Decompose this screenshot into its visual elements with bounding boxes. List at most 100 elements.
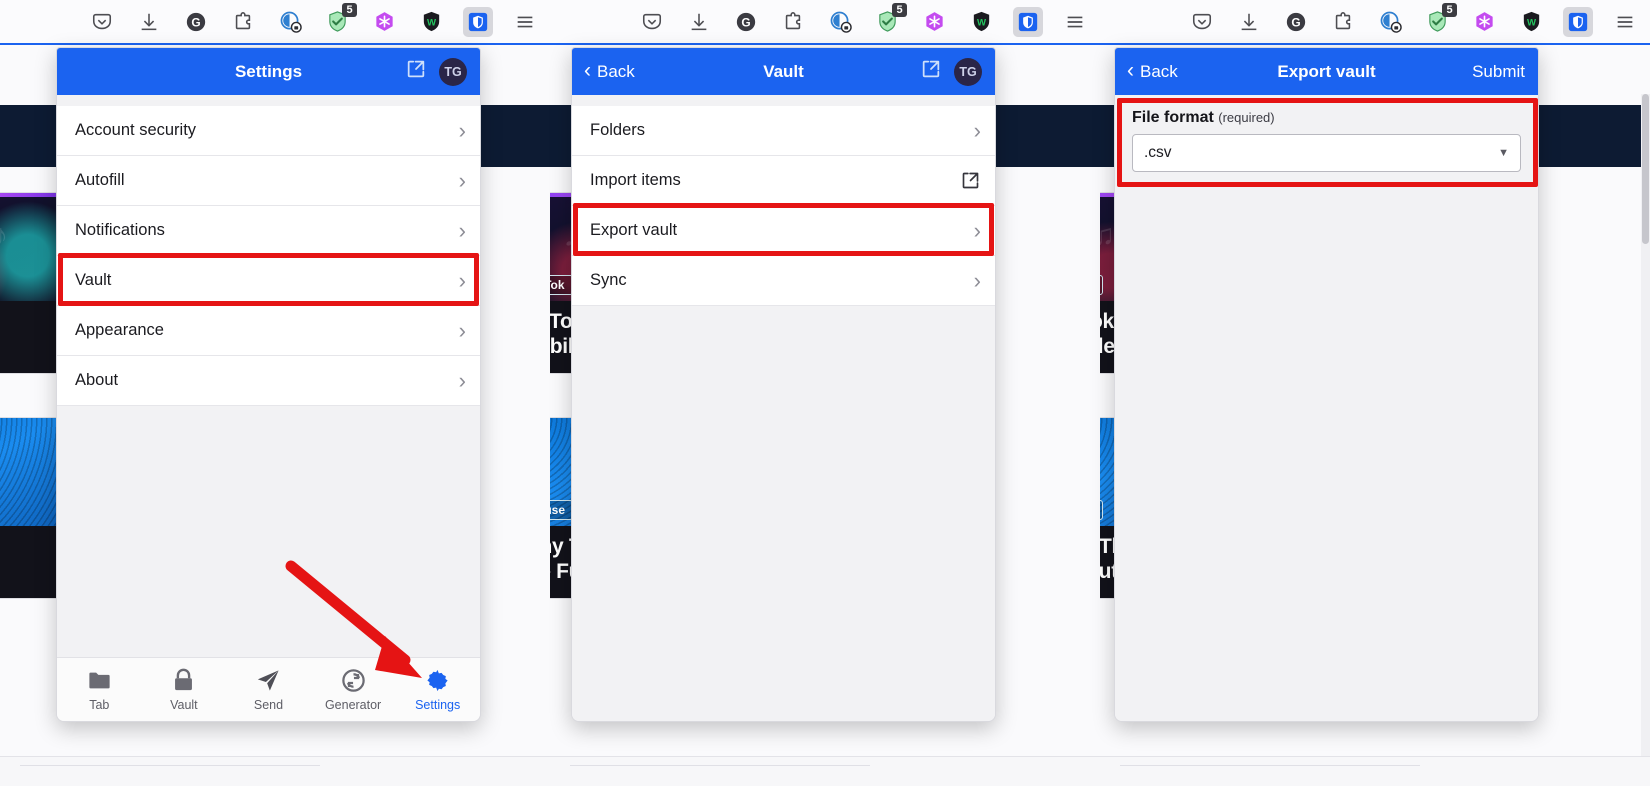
svg-text:W: W: [976, 17, 986, 28]
nav-item-tab[interactable]: Tab: [57, 667, 142, 712]
popup-header-settings: Settings TG: [57, 48, 480, 95]
article-tag: TikTok: [550, 275, 573, 295]
downloads-icon[interactable]: [684, 7, 714, 37]
nav-label: Settings: [415, 698, 461, 712]
back-button[interactable]: ‹ Back: [584, 59, 635, 82]
chevron-left-icon: ‹: [1127, 59, 1134, 82]
submit-button[interactable]: Submit: [1472, 62, 1525, 82]
nav-label: Generator: [324, 698, 382, 712]
chevron-left-icon: ‹: [584, 59, 591, 82]
row-label: Account security: [75, 121, 197, 139]
sidebar-item-folders[interactable]: Folders ›: [572, 106, 995, 156]
file-format-value: .csv: [1144, 144, 1172, 161]
bitwarden-popup-vault: ‹ Back Vault TG Folders › Import items E…: [571, 47, 996, 722]
popup-header-vault: ‹ Back Vault TG: [572, 48, 995, 95]
pocket-icon[interactable]: [87, 7, 117, 37]
page-scrollbar[interactable]: [1641, 94, 1650, 786]
popup-header-export-vault: ‹ Back Export vault Submit: [1115, 48, 1538, 95]
row-label: Notifications: [75, 221, 165, 239]
chevron-right-icon: ›: [458, 117, 466, 143]
privacy-badger-icon[interactable]: [825, 7, 855, 37]
nav-item-send[interactable]: Send: [226, 667, 311, 712]
grammarly-icon[interactable]: G: [731, 7, 761, 37]
shield-checkmark-icon[interactable]: 5: [1422, 2, 1457, 37]
settings-list: Account security › Autofill › Notificati…: [57, 95, 480, 657]
nav-item-vault[interactable]: Vault: [142, 667, 227, 712]
row-label: Sync: [590, 271, 627, 289]
svg-text:G: G: [741, 15, 750, 29]
nav-label: Send: [253, 698, 284, 712]
privacy-badger-icon[interactable]: [1375, 7, 1405, 37]
asterisk-hex-icon[interactable]: [369, 7, 399, 37]
asterisk-hex-icon[interactable]: [1469, 7, 1499, 37]
sidebar-item-notifications[interactable]: Notifications ›: [57, 206, 480, 256]
row-label: Vault: [75, 271, 112, 289]
wot-shield-icon[interactable]: W: [1516, 7, 1546, 37]
row-label: Export vault: [590, 221, 678, 239]
sidebar-item-vault[interactable]: Vault ›: [57, 256, 480, 306]
svg-text:G: G: [1291, 15, 1300, 29]
sidebar-item-appearance[interactable]: Appearance ›: [57, 306, 480, 356]
bitwarden-shield-icon[interactable]: [1563, 6, 1593, 37]
chevron-right-icon: ›: [458, 167, 466, 193]
chevron-right-icon: ›: [973, 217, 981, 243]
notification-badge: 5: [1442, 2, 1457, 17]
bottom-navigation: Tab Vault Send Generator Settings: [57, 657, 480, 721]
avatar[interactable]: TG: [439, 57, 467, 86]
sidebar-item-export-vault[interactable]: Export vault ›: [572, 206, 995, 256]
hamburger-menu-icon[interactable]: [1060, 7, 1090, 37]
chevron-right-icon: ›: [973, 267, 981, 293]
extension-puzzle-icon[interactable]: [228, 7, 258, 37]
file-format-label-text: File format: [1132, 109, 1214, 126]
sidebar-item-account-security[interactable]: Account security ›: [57, 106, 480, 156]
bitwarden-shield-icon[interactable]: [1013, 6, 1043, 37]
chevron-right-icon: ›: [458, 317, 466, 343]
sidebar-item-import-items[interactable]: Import items: [572, 156, 995, 206]
browser-toolbar-2: G 5 W: [550, 0, 1100, 45]
popout-icon[interactable]: [405, 58, 427, 85]
row-label: Import items: [590, 171, 681, 189]
privacy-badger-icon[interactable]: [275, 7, 305, 37]
file-format-label: File format (required): [1132, 109, 1521, 127]
shield-checkmark-icon[interactable]: 5: [322, 2, 357, 37]
header-actions: TG: [920, 57, 982, 86]
popout-icon: [960, 170, 981, 191]
notification-badge: 5: [342, 2, 357, 17]
svg-text:W: W: [426, 17, 436, 28]
avatar[interactable]: TG: [954, 57, 982, 86]
bitwarden-shield-icon[interactable]: [463, 6, 493, 37]
bitwarden-popup-settings: Settings TG Account security › Autofill …: [56, 47, 481, 722]
back-button[interactable]: ‹ Back: [1127, 59, 1178, 82]
file-format-select[interactable]: .csv ▼: [1132, 134, 1521, 172]
downloads-icon[interactable]: [1234, 7, 1264, 37]
pocket-icon[interactable]: [637, 7, 667, 37]
extension-puzzle-icon[interactable]: [778, 7, 808, 37]
grammarly-icon[interactable]: G: [1281, 7, 1311, 37]
shield-checkmark-icon[interactable]: 5: [872, 2, 907, 37]
nav-item-generator[interactable]: Generator: [311, 667, 396, 712]
back-label: Back: [597, 61, 635, 81]
wot-shield-icon[interactable]: W: [966, 7, 996, 37]
sidebar-item-autofill[interactable]: Autofill ›: [57, 156, 480, 206]
wot-shield-icon[interactable]: W: [416, 7, 446, 37]
grammarly-icon[interactable]: G: [181, 7, 211, 37]
nav-item-settings[interactable]: Settings: [395, 667, 480, 712]
asterisk-hex-icon[interactable]: [919, 7, 949, 37]
sidebar-item-sync[interactable]: Sync ›: [572, 256, 995, 306]
browser-toolbar-1: G 5 W: [0, 0, 550, 45]
chevron-right-icon: ›: [973, 117, 981, 143]
chevron-right-icon: ›: [458, 367, 466, 393]
hamburger-menu-icon[interactable]: [510, 7, 540, 37]
article-tag: Mouse: [1100, 500, 1104, 520]
hamburger-menu-icon[interactable]: [1610, 7, 1640, 37]
header-actions: TG: [405, 57, 467, 86]
export-vault-form: File format (required) .csv ▼: [1115, 95, 1538, 721]
extension-puzzle-icon[interactable]: [1328, 7, 1358, 37]
popout-icon[interactable]: [920, 58, 942, 85]
vault-settings-list: Folders › Import items Export vault › Sy…: [572, 95, 995, 721]
downloads-icon[interactable]: [134, 7, 164, 37]
chevron-right-icon: ›: [458, 217, 466, 243]
sidebar-item-about[interactable]: About ›: [57, 356, 480, 406]
pocket-icon[interactable]: [1187, 7, 1217, 37]
row-label: Autofill: [75, 171, 125, 189]
